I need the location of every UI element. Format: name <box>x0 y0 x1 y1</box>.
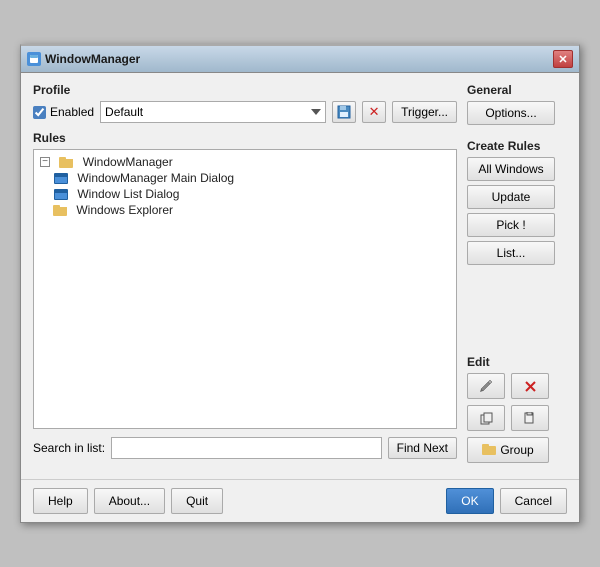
create-rules-label: Create Rules <box>467 139 567 153</box>
create-rules-section: Create Rules All Windows Update Pick ! L… <box>467 139 567 269</box>
tree-item-label: Windows Explorer <box>76 203 173 217</box>
edit-label: Edit <box>467 355 567 369</box>
expand-icon[interactable]: − <box>40 157 50 167</box>
group-button[interactable]: Group <box>467 437 549 463</box>
edit-delete-button[interactable] <box>511 373 549 399</box>
enabled-label: Enabled <box>50 105 94 119</box>
tree-item-list-dialog[interactable]: Window List Dialog <box>38 186 452 202</box>
enabled-checkbox-label[interactable]: Enabled <box>33 105 94 119</box>
trigger-button[interactable]: Trigger... <box>392 101 457 123</box>
edit-copy-button[interactable] <box>467 405 505 431</box>
bottom-bar: Help About... Quit OK Cancel <box>21 479 579 522</box>
folder-icon <box>59 156 73 168</box>
window-title: WindowManager <box>45 52 140 66</box>
content-area: Profile Enabled Default <box>21 73 579 479</box>
search-label: Search in list: <box>33 441 105 455</box>
tree-item-label: WindowManager Main Dialog <box>77 171 234 185</box>
general-section: General Options... <box>467 83 567 129</box>
edit-buttons-grid: Group <box>467 373 567 465</box>
search-input[interactable] <box>111 437 382 459</box>
tree-item-label: Window List Dialog <box>77 187 179 201</box>
main-panel: Profile Enabled Default <box>33 83 457 469</box>
rules-section: Rules − WindowManager <box>33 131 457 429</box>
cancel-button[interactable]: Cancel <box>500 488 567 514</box>
about-button[interactable]: About... <box>94 488 165 514</box>
search-row: Search in list: Find Next <box>33 437 457 459</box>
general-label: General <box>467 83 567 97</box>
rules-tree[interactable]: − WindowManager WindowManager Main <box>33 149 457 429</box>
quit-button[interactable]: Quit <box>171 488 223 514</box>
app-icon <box>27 52 41 66</box>
edit-section: Edit <box>467 355 567 469</box>
tree-item-windows-explorer[interactable]: Windows Explorer <box>38 202 452 218</box>
window-icon <box>54 189 68 200</box>
titlebar-left: WindowManager <box>27 52 140 66</box>
two-column-layout: Profile Enabled Default <box>33 83 567 469</box>
profile-section-label: Profile <box>33 83 457 97</box>
update-button[interactable]: Update <box>467 185 555 209</box>
group-folder-icon <box>482 443 496 458</box>
rules-section-label: Rules <box>33 131 457 145</box>
titlebar: WindowManager ✕ <box>21 46 579 73</box>
tree-item-label: WindowManager <box>83 155 173 169</box>
group-label: Group <box>500 443 533 457</box>
right-panel: General Options... Create Rules All Wind… <box>467 83 567 469</box>
pick-button[interactable]: Pick ! <box>467 213 555 237</box>
edit-paste-button[interactable] <box>511 405 549 431</box>
tree-item-windowmanager[interactable]: − WindowManager <box>38 154 452 170</box>
save-profile-button[interactable] <box>332 101 356 123</box>
profile-row: Enabled Default ✕ <box>33 101 457 123</box>
options-button[interactable]: Options... <box>467 101 555 125</box>
all-windows-button[interactable]: All Windows <box>467 157 555 181</box>
close-button[interactable]: ✕ <box>553 50 573 68</box>
right-spacer <box>467 279 567 345</box>
edit-pencil-button[interactable] <box>467 373 505 399</box>
profile-dropdown[interactable]: Default <box>100 101 326 123</box>
enabled-checkbox[interactable] <box>33 106 46 119</box>
window-icon <box>54 173 68 184</box>
delete-profile-button[interactable]: ✕ <box>362 101 386 123</box>
find-next-button[interactable]: Find Next <box>388 437 457 459</box>
help-button[interactable]: Help <box>33 488 88 514</box>
ok-button[interactable]: OK <box>446 488 493 514</box>
main-window: WindowManager ✕ Profile Enabled <box>20 44 580 523</box>
tree-item-main-dialog[interactable]: WindowManager Main Dialog <box>38 170 452 186</box>
folder-icon <box>53 204 67 216</box>
list-button[interactable]: List... <box>467 241 555 265</box>
